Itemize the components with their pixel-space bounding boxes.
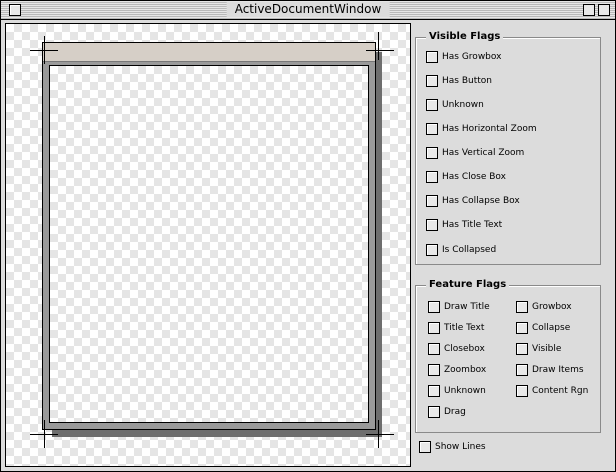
checkbox-box[interactable] (428, 343, 440, 355)
collapse-box-icon[interactable] (598, 4, 610, 16)
checkbox-visible[interactable]: Visible (516, 342, 561, 356)
checkbox-is-collapsed[interactable]: Is Collapsed (426, 243, 496, 257)
guide-line-bottom-right (366, 434, 394, 435)
window-title: ActiveDocumentWindow (226, 2, 390, 17)
checkbox-has-vertical-zoom[interactable]: Has Vertical Zoom (426, 146, 524, 160)
checkbox-label: Visible (532, 344, 562, 354)
checkbox-label: Has Collapse Box (442, 196, 520, 206)
zoom-box-icon[interactable] (583, 4, 595, 16)
checkbox-label: Collapse (532, 323, 571, 333)
checkbox-zoombox[interactable]: Zoombox (428, 363, 486, 377)
checkbox-has-title-text[interactable]: Has Title Text (426, 218, 502, 232)
visible-flags-group: Visible Flags Has Growbox Has Button Unk… (415, 30, 601, 265)
feature-flags-title: Feature Flags (426, 278, 510, 292)
checkbox-has-close-box[interactable]: Has Close Box (426, 170, 506, 184)
checkbox-label: Show Lines (435, 442, 486, 452)
checkbox-box[interactable] (428, 364, 440, 376)
checkbox-box[interactable] (426, 171, 438, 183)
checkbox-label: Growbox (532, 302, 572, 312)
checkbox-has-horizontal-zoom[interactable]: Has Horizontal Zoom (426, 122, 537, 136)
checkbox-box[interactable] (428, 322, 440, 334)
checkbox-box[interactable] (428, 406, 440, 418)
document-content-region (49, 65, 369, 423)
window-preview-area (5, 23, 411, 467)
checkbox-box[interactable] (426, 123, 438, 135)
checkbox-label: Zoombox (444, 365, 487, 375)
checkbox-box[interactable] (428, 301, 440, 313)
checkbox-show-lines[interactable]: Show Lines (419, 440, 486, 454)
feature-flags-group: Feature Flags Draw Title Title Text Clos… (415, 278, 601, 433)
guide-line-top-right (366, 50, 394, 51)
close-box-icon[interactable] (9, 4, 21, 16)
window-titlebar[interactable]: ActiveDocumentWindow (1, 1, 615, 20)
checkbox-label: Closebox (444, 344, 485, 354)
checkbox-label: Drag (444, 407, 466, 417)
checkbox-box[interactable] (426, 219, 438, 231)
checkbox-label: Unknown (442, 100, 484, 110)
checkbox-label: Content Rgn (532, 386, 589, 396)
checkbox-label: Has Button (442, 76, 492, 86)
document-titlebar (43, 43, 375, 62)
checkbox-label: Has Title Text (442, 220, 503, 230)
checkbox-box[interactable] (426, 195, 438, 207)
checkbox-label: Unknown (444, 386, 486, 396)
checkbox-box[interactable] (426, 99, 438, 111)
checkbox-box[interactable] (426, 75, 438, 87)
checkbox-draw-items[interactable]: Draw Items (516, 363, 584, 377)
checkbox-unknown[interactable]: Unknown (426, 98, 484, 112)
checkbox-label: Is Collapsed (442, 245, 497, 255)
document-window-preview (42, 42, 376, 430)
checkbox-unknown-feature[interactable]: Unknown (428, 384, 486, 398)
checkbox-label: Has Growbox (442, 52, 502, 62)
checkbox-has-growbox[interactable]: Has Growbox (426, 50, 501, 64)
checkbox-box[interactable] (426, 244, 438, 256)
checkbox-box[interactable] (426, 51, 438, 63)
checkbox-label: Has Vertical Zoom (442, 148, 525, 158)
guide-line-bottom-left (44, 420, 45, 448)
guide-line-bottom-right-v (378, 420, 379, 448)
checkbox-box[interactable] (516, 343, 528, 355)
checkbox-closebox[interactable]: Closebox (428, 342, 485, 356)
checkbox-box[interactable] (419, 441, 431, 453)
checkbox-box[interactable] (516, 301, 528, 313)
checkbox-box[interactable] (428, 385, 440, 397)
checkbox-box[interactable] (516, 322, 528, 334)
checkbox-growbox[interactable]: Growbox (516, 300, 572, 314)
checkbox-label: Draw Title (444, 302, 490, 312)
checkbox-label: Draw Items (532, 365, 584, 375)
checkbox-box[interactable] (426, 147, 438, 159)
checkbox-collapse[interactable]: Collapse (516, 321, 570, 335)
checkbox-has-button[interactable]: Has Button (426, 74, 492, 88)
guide-line-left (44, 36, 45, 64)
active-document-window: ActiveDocumentWindow Visible Flags Has G… (0, 0, 616, 472)
checkbox-has-collapse-box[interactable]: Has Collapse Box (426, 194, 520, 208)
visible-flags-title: Visible Flags (426, 30, 504, 44)
checkbox-draw-title[interactable]: Draw Title (428, 300, 490, 314)
checkbox-box[interactable] (516, 385, 528, 397)
checkbox-label: Has Close Box (442, 172, 506, 182)
checkbox-title-text[interactable]: Title Text (428, 321, 484, 335)
checkbox-content-rgn[interactable]: Content Rgn (516, 384, 588, 398)
checkbox-box[interactable] (516, 364, 528, 376)
checkbox-drag[interactable]: Drag (428, 405, 466, 419)
checkbox-label: Has Horizontal Zoom (442, 124, 537, 134)
guide-line-right (378, 32, 379, 60)
checkbox-label: Title Text (444, 323, 485, 333)
